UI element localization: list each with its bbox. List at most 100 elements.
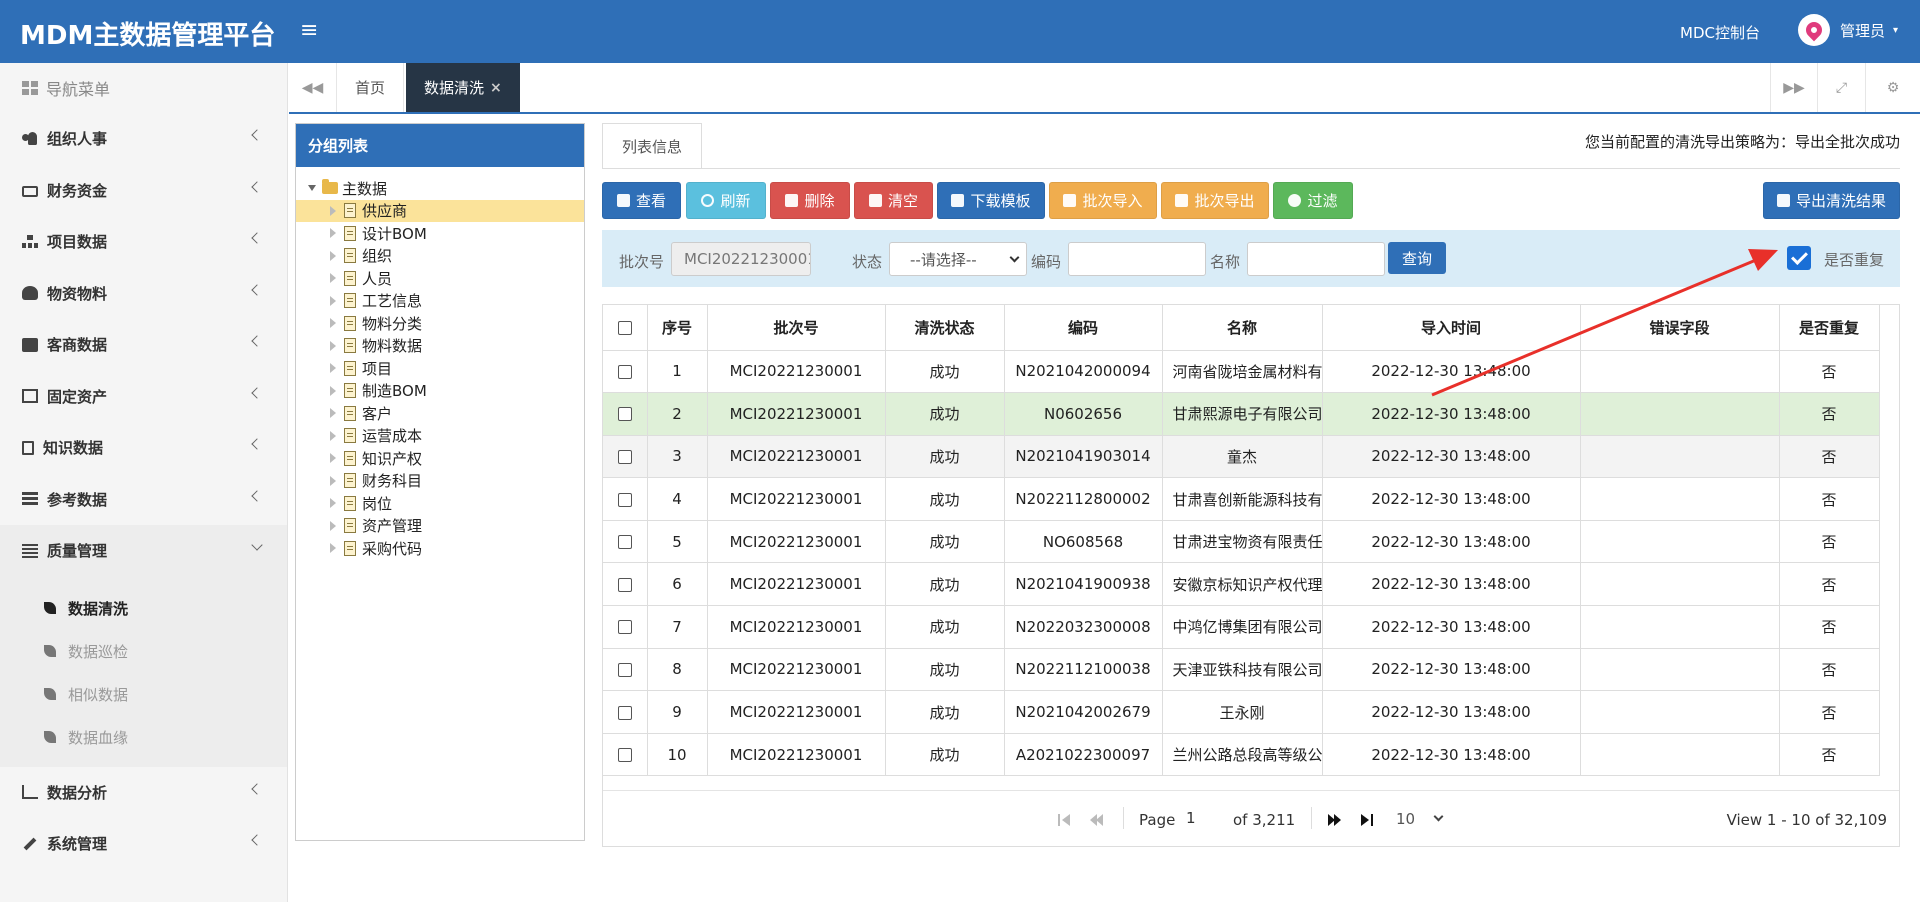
caret-right-icon[interactable] (330, 273, 336, 284)
column-header[interactable]: 清洗状态 (884, 305, 1005, 351)
name-input[interactable] (1247, 242, 1385, 276)
caret-right-icon[interactable] (330, 498, 336, 509)
menu-toggle-icon[interactable]: ≡ (300, 18, 318, 43)
batch-export-button[interactable]: 批次导出 (1161, 182, 1269, 219)
row-checkbox[interactable] (617, 662, 632, 677)
view-button[interactable]: 查看 (602, 182, 681, 219)
tree-node[interactable]: 运营成本 (296, 425, 584, 448)
table-row[interactable]: 7 MCI20221230001 成功 N2022032300008 中鸿亿博集团有限公… (603, 605, 1880, 649)
sidebar-item-customers[interactable]: 客商数据 (0, 319, 287, 371)
user-name[interactable]: 管理员 (1840, 20, 1885, 41)
row-checkbox[interactable] (617, 748, 632, 763)
sidebar-subitem-similar-data[interactable]: 相似数据 (0, 673, 287, 716)
status-select[interactable]: --请选择-- (889, 242, 1027, 276)
close-icon[interactable]: × (490, 80, 502, 96)
row-checkbox[interactable] (617, 535, 632, 550)
column-header[interactable]: 导入时间 (1321, 305, 1581, 351)
tree-node[interactable]: 知识产权 (296, 447, 584, 470)
batch-import-button[interactable]: 批次导入 (1049, 182, 1157, 219)
row-checkbox[interactable] (617, 449, 632, 464)
sidebar-item-finance[interactable]: 财务资金 (0, 165, 287, 217)
code-input[interactable] (1068, 242, 1206, 276)
tree-node[interactable]: 物料数据 (296, 335, 584, 358)
duplicate-checkbox[interactable] (1787, 246, 1811, 270)
caret-right-icon[interactable] (330, 295, 336, 306)
tree-node-root[interactable]: 主数据 (296, 177, 584, 200)
sidebar-item-project[interactable]: 项目数据 (0, 216, 287, 268)
prev-page-icon[interactable] (1090, 813, 1104, 827)
row-checkbox[interactable] (617, 577, 632, 592)
caret-right-icon[interactable] (330, 318, 336, 329)
sidebar-item-analytics[interactable]: 数据分析 (0, 767, 287, 819)
sidebar-item-knowledge[interactable]: 知识数据 (0, 422, 287, 474)
caret-right-icon[interactable] (330, 543, 336, 554)
tab-list-info[interactable]: 列表信息 (602, 123, 702, 169)
tree-node[interactable]: 财务科目 (296, 470, 584, 493)
sidebar-item-org-hr[interactable]: 组织人事 (0, 113, 287, 165)
table-row[interactable]: 8 MCI20221230001 成功 N2022112100038 天津亚铁科技有限公… (603, 647, 1880, 692)
table-row[interactable]: 10 MCI20221230001 成功 A2021022300097 兰州公路总段高等… (603, 732, 1880, 777)
tree-node[interactable]: 采购代码 (296, 537, 584, 560)
sidebar-subitem-data-inspection[interactable]: 数据巡检 (0, 630, 287, 673)
tree-node[interactable]: 人员 (296, 267, 584, 290)
tab-data-cleansing[interactable]: 数据清洗 × (406, 63, 520, 112)
sidebar-item-reference[interactable]: 参考数据 (0, 474, 287, 526)
table-row[interactable]: 5MCI20221230001成功NO608568甘肃进宝物资有限责任公司202… (603, 519, 1880, 564)
select-all-checkbox[interactable] (617, 320, 632, 335)
caret-right-icon[interactable] (330, 475, 336, 486)
caret-right-icon[interactable] (330, 363, 336, 374)
tree-node[interactable]: 设计BOM (296, 222, 584, 245)
gear-icon[interactable]: ⚙ (1866, 63, 1920, 112)
row-checkbox[interactable] (617, 407, 632, 422)
sidebar-item-quality[interactable]: 质量管理 (0, 525, 287, 577)
tree-node[interactable]: 资产管理 (296, 515, 584, 538)
caret-right-icon[interactable] (330, 385, 336, 396)
row-checkbox[interactable] (617, 620, 632, 635)
batch-input[interactable] (671, 242, 811, 276)
table-row[interactable]: 1 MCI20221230001 成功 N2021042000094 河南省陇培金属材料… (603, 349, 1880, 394)
tree-node[interactable]: 项目 (296, 357, 584, 380)
fullscreen-icon[interactable]: ⤢ (1818, 63, 1866, 112)
first-page-icon[interactable] (1058, 813, 1072, 827)
column-header[interactable]: 名称 (1161, 305, 1323, 351)
table-row[interactable]: 9 MCI20221230001 成功 N2021042002679 王永刚 2022-1… (603, 690, 1880, 734)
user-menu[interactable]: 管理员 ▾ (1798, 14, 1898, 46)
clear-button[interactable]: 清空 (854, 182, 933, 219)
column-header[interactable]: 错误字段 (1579, 305, 1780, 351)
column-header[interactable]: 批次号 (706, 305, 886, 351)
tree-node[interactable]: 岗位 (296, 492, 584, 515)
caret-right-icon[interactable] (330, 408, 336, 419)
avatar[interactable] (1798, 14, 1830, 46)
tab-scroll-right-icon[interactable]: ▶▶ (1770, 63, 1818, 112)
sidebar-item-fixed-assets[interactable]: 固定资产 (0, 371, 287, 423)
filter-button[interactable]: 过滤 (1273, 182, 1353, 219)
app-brand[interactable]: MDM主数据管理平台 (20, 15, 275, 52)
tree-node[interactable]: 制造BOM (296, 380, 584, 403)
table-row[interactable]: 3 MCI20221230001 成功 N2021041903014 童杰 2022-12… (603, 434, 1880, 479)
caret-down-icon[interactable] (308, 185, 316, 192)
column-header[interactable]: 是否重复 (1778, 305, 1880, 351)
table-row[interactable]: 4 MCI20221230001 成功 N2022112800002 甘肃喜创新能源科技… (603, 477, 1880, 521)
caret-right-icon[interactable] (330, 520, 336, 531)
sidebar-item-system[interactable]: 系统管理 (0, 818, 287, 870)
row-checkbox[interactable] (617, 705, 632, 720)
next-page-icon[interactable] (1328, 813, 1342, 827)
tree-node[interactable]: 组织 (296, 245, 584, 268)
column-header[interactable]: 编码 (1003, 305, 1163, 351)
row-checkbox[interactable] (617, 364, 632, 379)
caret-right-icon[interactable] (330, 430, 336, 441)
tree-node[interactable]: 客户 (296, 402, 584, 425)
sidebar-item-materials[interactable]: 物资物料 (0, 268, 287, 320)
mdc-console-link[interactable]: MDC控制台 (1680, 22, 1760, 43)
tree-node[interactable]: 供应商 (296, 199, 584, 222)
caret-right-icon[interactable] (330, 228, 336, 239)
download-template-button[interactable]: 下载模板 (937, 182, 1045, 219)
page-input[interactable] (1181, 805, 1227, 831)
caret-right-icon[interactable] (330, 453, 336, 464)
table-row[interactable]: 2 MCI20221230001 成功 N0602656 甘肃熙源电子有限公司 2022-… (603, 392, 1880, 436)
row-checkbox[interactable] (617, 492, 632, 507)
export-cleansing-result-button[interactable]: 导出清洗结果 (1763, 182, 1900, 219)
refresh-button[interactable]: 刷新 (686, 182, 766, 219)
tree-node[interactable]: 工艺信息 (296, 290, 584, 313)
tab-scroll-left-icon[interactable]: ◀◀ (289, 63, 337, 112)
